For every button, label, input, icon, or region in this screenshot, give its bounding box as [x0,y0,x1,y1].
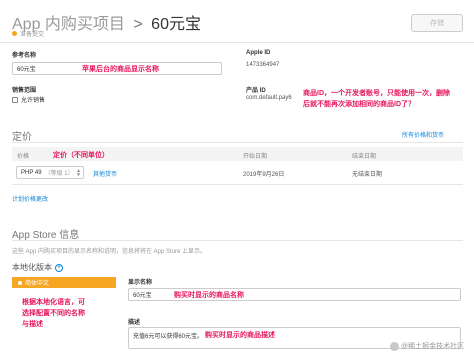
start-date-value: 2019年9月26日 [243,172,285,178]
price-tier: （等级 1） [44,171,74,177]
sales-checkbox-label: 允许销售 [21,98,46,104]
appstore-description: 这些 App 内购买项目的显示名称和说明，信息将将在 App Store 上显示… [12,249,207,255]
end-date-value: 无结束日期 [352,172,383,178]
display-name-value: 60元宝 [133,293,152,299]
watermark-text: @稀土掘金技术社区 [401,343,465,350]
ref-name-annotation: 苹果后台的商品显示名称 [82,66,159,73]
localization-annotation-line1: 根据本地化语言，可 [22,299,85,306]
display-name-label: 显示名称 [128,280,153,286]
price-value: PHP 49 [21,169,42,176]
apple-id-label: Apple ID [246,50,271,56]
description-value: 充值6元可以获得60元宝。 [133,334,204,340]
selected-dot-icon [18,280,22,285]
sales-range-label: 销售范围 [12,88,37,94]
juejin-logo-icon [390,341,399,351]
product-id-annotation: 商品ID，一个开发者账号，只能使用一次，删除 后就不能再次添加相同的商品ID了？ [303,88,471,110]
ref-name-value: 60元宝 [17,67,36,73]
col-end-header: 结束日期 [352,154,377,160]
status-text: 准备提交 [20,32,45,38]
other-currencies-link[interactable]: 其他货币 [93,169,117,178]
status-indicator: 准备提交 [12,29,44,38]
col-price-header: 价格 [17,154,30,160]
sales-checkbox[interactable] [12,96,18,103]
sales-checkbox-row[interactable]: 允许销售 [12,95,45,104]
add-localization-icon[interactable]: + [55,263,63,272]
localization-item[interactable]: 简体中文 [12,277,116,288]
chevron-right-icon: > [133,16,143,33]
localization-annotation-line3: 与描述 [22,321,43,328]
localization-item-label: 简体中文 [25,281,50,287]
product-id-annotation-line2: 后就不能再次添加相同的商品ID了？ [303,101,415,108]
page-title: 60元宝 [151,16,201,33]
select-stepper-icon: ▲ ▼ [76,168,81,178]
description-label: 描述 [128,320,141,326]
save-button[interactable]: 存储 [411,14,463,32]
plan-price-change-link[interactable]: 计划价格更改 [12,194,48,203]
apple-id-value: 1473364947 [246,62,280,68]
product-id-annotation-line1: 商品ID，一个开发者账号，只能使用一次，删除 [303,90,450,97]
divider [0,42,474,43]
ref-name-label: 参考名称 [12,53,37,59]
divider [12,142,463,143]
price-tier-select[interactable]: PHP 49 （等级 1） ▲ ▼ [16,166,84,179]
product-id-label: 产品 ID [246,88,266,94]
display-name-annotation: 购买时显示的商品名称 [174,292,244,299]
pricing-section-title: 定价 [12,132,32,143]
divider [12,184,463,185]
watermark: @稀土掘金技术社区 [390,341,464,351]
localization-annotation: 根据本地化语言，可 选择配置不同的名称 与描述 [22,297,118,330]
appstore-section-title: App Store 信息 [12,230,80,241]
description-annotation: 购买时显示的商品描述 [205,332,275,339]
product-id-value: com.default.pay6 [246,95,292,101]
localization-header: 本地化版本 + [12,262,63,273]
divider [12,240,463,241]
localization-title: 本地化版本 [12,263,52,272]
localization-annotation-line2: 选择配置不同的名称 [22,310,85,317]
status-dot-icon [12,31,17,36]
col-start-header: 开始日期 [243,154,268,160]
price-annotation: 定价（不同单位） [53,152,109,159]
all-prices-link[interactable]: 所有价格和货币 [402,130,444,139]
